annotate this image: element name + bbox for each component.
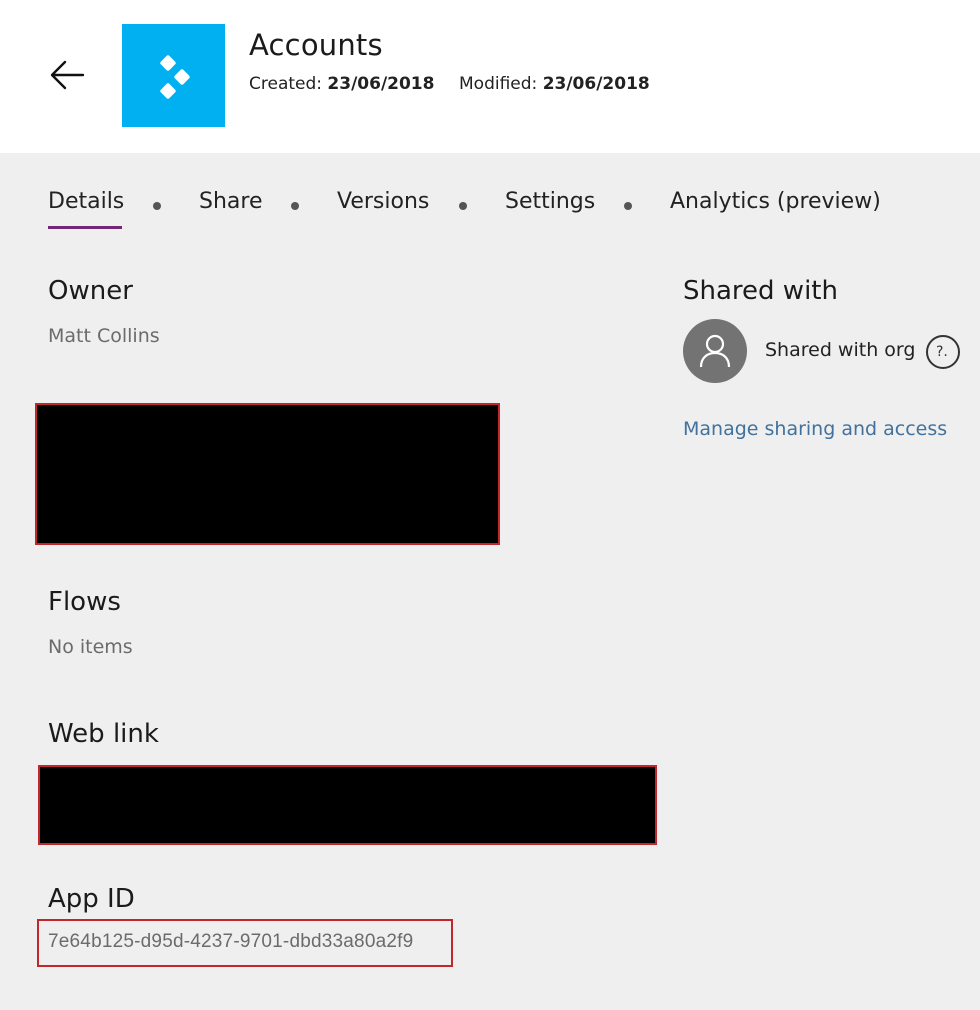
tab-separator-dot [153,202,161,210]
tab-separator-dot [291,202,299,210]
app-logo-icon [160,55,190,99]
created-value: 23/06/2018 [327,74,435,94]
modified-date: Modified: 23/06/2018 [459,74,650,94]
manage-sharing-link[interactable]: Manage sharing and access [683,418,947,440]
modified-value: 23/06/2018 [542,74,650,94]
tab-versions[interactable]: Versions [337,189,429,214]
redacted-block [35,403,500,545]
tab-separator-dot [459,202,467,210]
app-id-heading: App ID [48,884,135,914]
flows-heading: Flows [48,587,121,617]
app-header: Accounts Created: 23/06/2018 Modified: 2… [0,0,980,153]
created-date: Created: 23/06/2018 [249,74,434,94]
tab-analytics[interactable]: Analytics (preview) [670,189,881,214]
redacted-web-link [38,765,657,845]
tab-settings[interactable]: Settings [505,189,595,214]
person-icon [699,334,731,368]
flows-value: No items [48,636,133,658]
app-id-value: 7e64b125-d95d-4237-9701-dbd33a80a2f9 [48,931,414,952]
created-label: Created: [249,74,323,94]
owner-heading: Owner [48,276,133,306]
help-icon[interactable]: ?. [926,335,960,369]
shared-with-org-label: Shared with org [765,339,916,361]
app-title: Accounts [249,28,383,62]
shared-with-heading: Shared with [683,276,838,306]
owner-value: Matt Collins [48,325,160,347]
modified-label: Modified: [459,74,538,94]
web-link-heading: Web link [48,719,159,749]
tab-share[interactable]: Share [199,189,263,214]
active-tab-indicator [48,226,122,229]
tab-separator-dot [624,202,632,210]
tab-details[interactable]: Details [48,189,124,214]
back-arrow-icon[interactable] [44,52,90,98]
app-icon-tile [122,24,225,127]
org-avatar [683,319,747,383]
